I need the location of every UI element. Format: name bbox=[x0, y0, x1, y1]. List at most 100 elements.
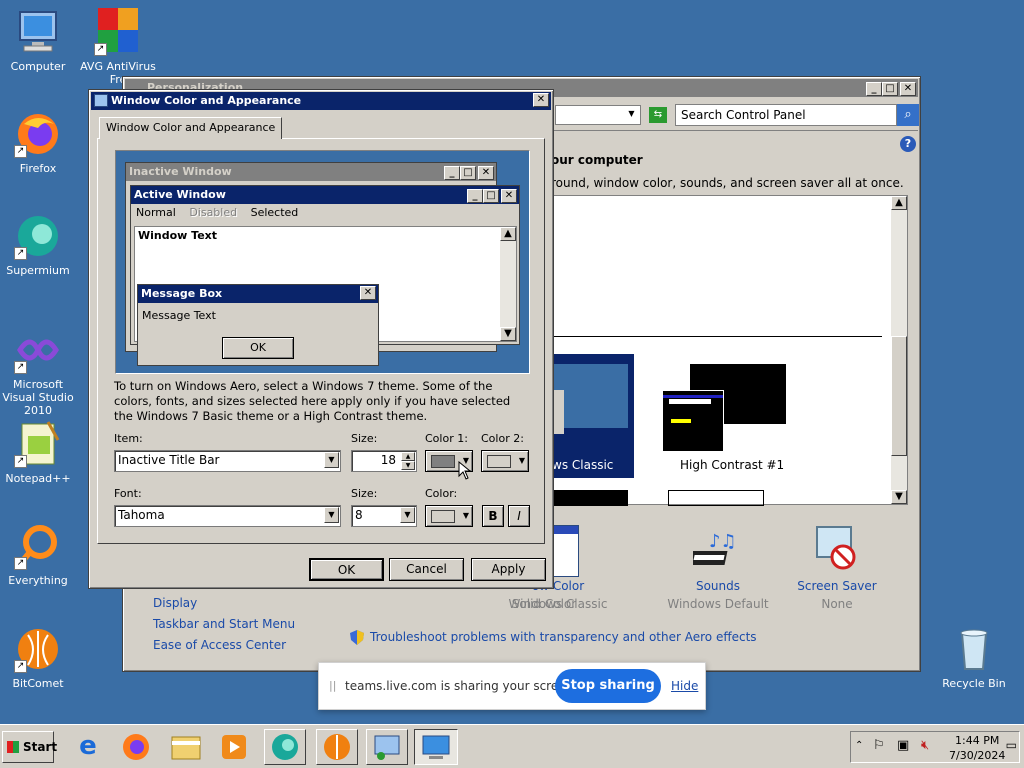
bottom-item-label: Sounds bbox=[695, 579, 741, 593]
menu-selected: Selected bbox=[250, 206, 299, 219]
desktop-icon-firefox[interactable]: ↗ Firefox bbox=[0, 110, 76, 175]
start-button[interactable]: Start bbox=[2, 731, 58, 763]
desktop-icon-visual-studio[interactable]: ↗ Microsoft Visual Studio 2010 bbox=[0, 326, 76, 417]
preview-scrollbar: ▲ ▼ bbox=[500, 227, 516, 341]
dialog-titlebar[interactable]: Window Color and Appearance ✕ bbox=[91, 92, 551, 110]
desktop-icon-notepadpp[interactable]: ↗ Notepad++ bbox=[0, 420, 76, 485]
size-spinner[interactable]: 18 ▲ ▼ bbox=[351, 450, 417, 472]
taskbar-bitcomet-icon[interactable] bbox=[316, 729, 358, 765]
color2-picker[interactable]: ▼ bbox=[481, 450, 529, 472]
item-dropdown[interactable]: Inactive Title Bar ▼ bbox=[114, 450, 341, 472]
close-button: ✕ bbox=[501, 189, 517, 203]
close-button: ✕ bbox=[360, 286, 376, 300]
clock-date[interactable]: 7/30/2024 bbox=[949, 749, 1005, 762]
desktop-icon-recycle-bin[interactable]: Recycle Bin bbox=[936, 625, 1012, 690]
sounds-item[interactable]: ♪♫ Sounds Windows Default bbox=[653, 523, 783, 611]
inactive-titlebar: Inactive Window _ □ ✕ bbox=[126, 163, 496, 181]
scroll-down-arrow[interactable]: ▼ bbox=[891, 490, 907, 504]
help-icon[interactable]: ? bbox=[900, 136, 916, 152]
theme-classic[interactable]: ws Classic bbox=[552, 354, 634, 478]
dialog-close-button[interactable]: ✕ bbox=[533, 93, 549, 107]
bold-button[interactable]: B bbox=[482, 505, 504, 527]
chevron-down-icon: ▼ bbox=[518, 456, 525, 465]
bottom-item-value: None bbox=[821, 597, 853, 611]
font-color-picker[interactable]: ▼ bbox=[425, 505, 473, 527]
hc-thumb-front bbox=[662, 390, 724, 452]
taskbar-ie-icon[interactable]: e bbox=[68, 731, 108, 763]
scroll-thumb[interactable] bbox=[891, 336, 907, 456]
taskbar-media-player-icon[interactable] bbox=[214, 731, 254, 763]
shortcut-arrow-icon: ↗ bbox=[14, 660, 27, 673]
scroll-up-arrow[interactable]: ▲ bbox=[891, 196, 907, 210]
taskbar-firefox-icon[interactable] bbox=[116, 731, 156, 763]
refresh-button[interactable]: ⇆ bbox=[649, 107, 667, 123]
desktop-icon-label: Microsoft Visual Studio 2010 bbox=[2, 378, 74, 417]
ok-label: OK bbox=[337, 563, 356, 577]
desktop-icon-computer[interactable]: Computer bbox=[0, 8, 76, 73]
desktop-icon-bitcomet[interactable]: ↗ BitComet bbox=[0, 625, 76, 690]
cancel-button[interactable]: Cancel bbox=[389, 558, 464, 581]
spin-down-icon[interactable]: ▼ bbox=[401, 461, 415, 470]
volume-muted-icon[interactable]: 🔇︎ bbox=[921, 738, 929, 753]
stop-sharing-button[interactable]: Stop sharing bbox=[555, 669, 661, 703]
clock-time[interactable]: 1:44 PM bbox=[955, 734, 999, 747]
scroll-up-arrow: ▲ bbox=[500, 227, 516, 241]
screen-saver-item[interactable]: Screen Saver None bbox=[791, 523, 883, 611]
chevron-down-icon: ▼ bbox=[624, 107, 639, 123]
desktop-icon-label: Recycle Bin bbox=[942, 677, 1006, 690]
taskbar-supermium-icon[interactable] bbox=[264, 729, 306, 765]
action-center-flag-icon[interactable]: ⚐ bbox=[873, 738, 885, 753]
screen-saver-icon bbox=[813, 525, 859, 571]
hide-link[interactable]: Hide bbox=[671, 679, 698, 693]
info-text: To turn on Windows Aero, select a Window… bbox=[114, 379, 511, 423]
theme-next-row bbox=[552, 490, 628, 506]
apply-button[interactable]: Apply bbox=[471, 558, 546, 581]
shortcut-arrow-icon: ↗ bbox=[14, 361, 27, 374]
chevron-down-icon: ▼ bbox=[400, 507, 415, 523]
network-icon[interactable]: ▣ bbox=[897, 738, 909, 753]
scroll-down-arrow: ▼ bbox=[500, 327, 516, 341]
taskbar-personalization-icon[interactable] bbox=[414, 729, 458, 765]
address-dropdown[interactable]: ▼ bbox=[555, 105, 641, 125]
theme-high-contrast-1[interactable]: High Contrast #1 bbox=[648, 354, 798, 478]
font-dropdown[interactable]: Tahoma ▼ bbox=[114, 505, 341, 527]
font-size-dropdown[interactable]: 8 ▼ bbox=[351, 505, 417, 527]
theme-label: ws Classic bbox=[552, 458, 614, 472]
close-button[interactable]: ✕ bbox=[900, 82, 916, 96]
desktop-icon-avg[interactable]: ↗ AVG AntiVirus Fre bbox=[80, 8, 156, 86]
mouse-cursor-icon bbox=[458, 460, 472, 481]
color2-swatch bbox=[487, 455, 511, 468]
close-button: ✕ bbox=[478, 166, 494, 180]
windows-logo-icon bbox=[7, 741, 19, 753]
show-desktop-icon[interactable]: ▭ bbox=[1006, 738, 1017, 752]
troubleshoot-link[interactable]: Troubleshoot problems with transparency … bbox=[370, 630, 757, 644]
msgbox-ok-button: OK bbox=[222, 337, 294, 359]
content-heading: our computer bbox=[551, 153, 643, 167]
start-label: Start bbox=[23, 740, 58, 754]
minimize-button[interactable]: _ bbox=[866, 82, 882, 96]
taskbar-control-panel-icon[interactable] bbox=[366, 729, 408, 765]
drag-handle-icon[interactable]: || bbox=[329, 679, 336, 692]
search-field[interactable]: Search Control Panel bbox=[675, 104, 897, 126]
ok-button[interactable]: OK bbox=[309, 558, 384, 581]
see-also-taskbar[interactable]: Taskbar and Start Menu bbox=[153, 617, 295, 631]
desktop-icon-everything[interactable]: ↗ Everything bbox=[0, 522, 76, 587]
italic-button[interactable]: I bbox=[508, 505, 530, 527]
see-also-display[interactable]: Display bbox=[153, 596, 197, 610]
show-hidden-icons-icon[interactable]: ⌃ bbox=[855, 740, 863, 751]
maximize-button[interactable]: □ bbox=[882, 82, 898, 96]
maximize-button: □ bbox=[483, 189, 499, 203]
theme-next-row-2 bbox=[668, 490, 764, 506]
taskbar-explorer-icon[interactable] bbox=[166, 731, 206, 763]
desktop-icon-supermium[interactable]: ↗ Supermium bbox=[0, 212, 76, 277]
color2-label: Color 2: bbox=[481, 432, 524, 445]
dialog-tab[interactable]: Window Color and Appearance bbox=[99, 117, 283, 139]
theme-scrollbar[interactable]: ▲ ▼ bbox=[891, 196, 907, 504]
msgbox-title: Message Box bbox=[141, 287, 223, 300]
see-also-ease-of-access[interactable]: Ease of Access Center bbox=[153, 638, 286, 652]
spin-up-icon[interactable]: ▲ bbox=[401, 452, 415, 461]
color1-swatch bbox=[431, 455, 455, 468]
search-icon[interactable]: ⌕ bbox=[897, 104, 919, 126]
color1-label: Color 1: bbox=[425, 432, 468, 445]
desktop-icon-label: Notepad++ bbox=[5, 472, 71, 485]
